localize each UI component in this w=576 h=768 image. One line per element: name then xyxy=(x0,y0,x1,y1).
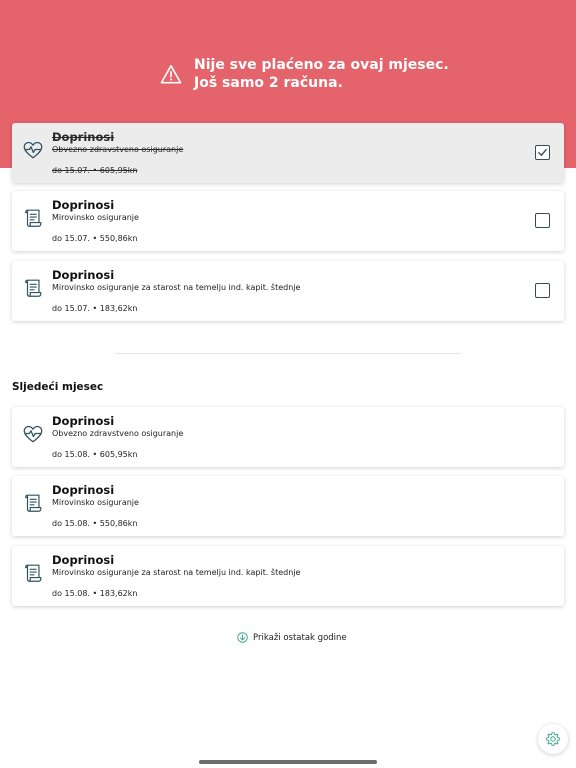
heart-pulse-icon xyxy=(23,141,43,159)
payment-card[interactable]: Doprinosi Mirovinsko osiguranje do 15.08… xyxy=(12,476,564,536)
card-due-amount: do 15.07. • 605,95kn xyxy=(52,166,138,175)
arrow-down-circle-icon xyxy=(237,632,248,643)
gear-icon xyxy=(546,732,560,746)
card-due-amount: do 15.08. • 183,62kn xyxy=(52,589,138,598)
card-due-amount: do 15.08. • 605,95kn xyxy=(52,450,138,459)
heart-pulse-icon xyxy=(23,425,43,443)
section-divider xyxy=(115,353,461,354)
card-title: Doprinosi xyxy=(52,198,115,212)
card-subtitle: Mirovinsko osiguranje za starost na teme… xyxy=(52,568,301,577)
settings-button[interactable] xyxy=(538,724,568,754)
card-subtitle: Mirovinsko osiguranje xyxy=(52,498,139,507)
paid-checkbox[interactable] xyxy=(535,283,550,298)
show-rest-of-year-button[interactable]: Prikaži ostatak godine xyxy=(237,632,347,643)
paid-checkbox[interactable] xyxy=(535,145,550,160)
alert-message: Nije sve plaćeno za ovaj mjesec. Još sam… xyxy=(194,56,449,92)
card-title: Doprinosi xyxy=(52,553,115,567)
payment-card[interactable]: Doprinosi Obvezno zdravstveno osiguranje… xyxy=(12,407,564,467)
show-rest-of-year-label: Prikaži ostatak godine xyxy=(253,632,347,643)
card-due-amount: do 15.07. • 183,62kn xyxy=(52,304,138,313)
home-indicator xyxy=(199,760,377,764)
card-title: Doprinosi xyxy=(52,268,115,282)
card-due-amount: do 15.08. • 550,86kn xyxy=(52,519,138,528)
card-due-amount: do 15.07. • 550,86kn xyxy=(52,234,138,243)
warning-triangle-icon xyxy=(160,65,182,84)
payment-card[interactable]: Doprinosi Mirovinsko osiguranje za staro… xyxy=(12,546,564,606)
card-title: Doprinosi xyxy=(52,130,115,144)
card-title: Doprinosi xyxy=(52,414,115,428)
document-icon xyxy=(25,279,42,297)
payment-card[interactable]: Doprinosi Mirovinsko osiguranje do 15.07… xyxy=(12,191,564,251)
document-icon xyxy=(25,209,42,227)
next-month-heading: Sljedeći mjesec xyxy=(12,381,104,393)
card-subtitle: Mirovinsko osiguranje za starost na teme… xyxy=(52,283,301,292)
document-icon xyxy=(25,494,42,512)
alert-line-2: Još samo 2 računa. xyxy=(194,75,343,91)
card-subtitle: Obvezno zdravstveno osiguranje xyxy=(52,145,184,154)
card-title: Doprinosi xyxy=(52,483,115,497)
payment-card[interactable]: Doprinosi Mirovinsko osiguranje za staro… xyxy=(12,261,564,321)
document-icon xyxy=(25,564,42,582)
card-subtitle: Mirovinsko osiguranje xyxy=(52,213,139,222)
paid-checkbox[interactable] xyxy=(535,213,550,228)
payment-card[interactable]: Doprinosi Obvezno zdravstveno osiguranje… xyxy=(12,123,564,183)
checkmark-icon xyxy=(538,148,547,156)
alert-line-1: Nije sve plaćeno za ovaj mjesec. xyxy=(194,57,449,73)
card-subtitle: Obvezno zdravstveno osiguranje xyxy=(52,429,184,438)
